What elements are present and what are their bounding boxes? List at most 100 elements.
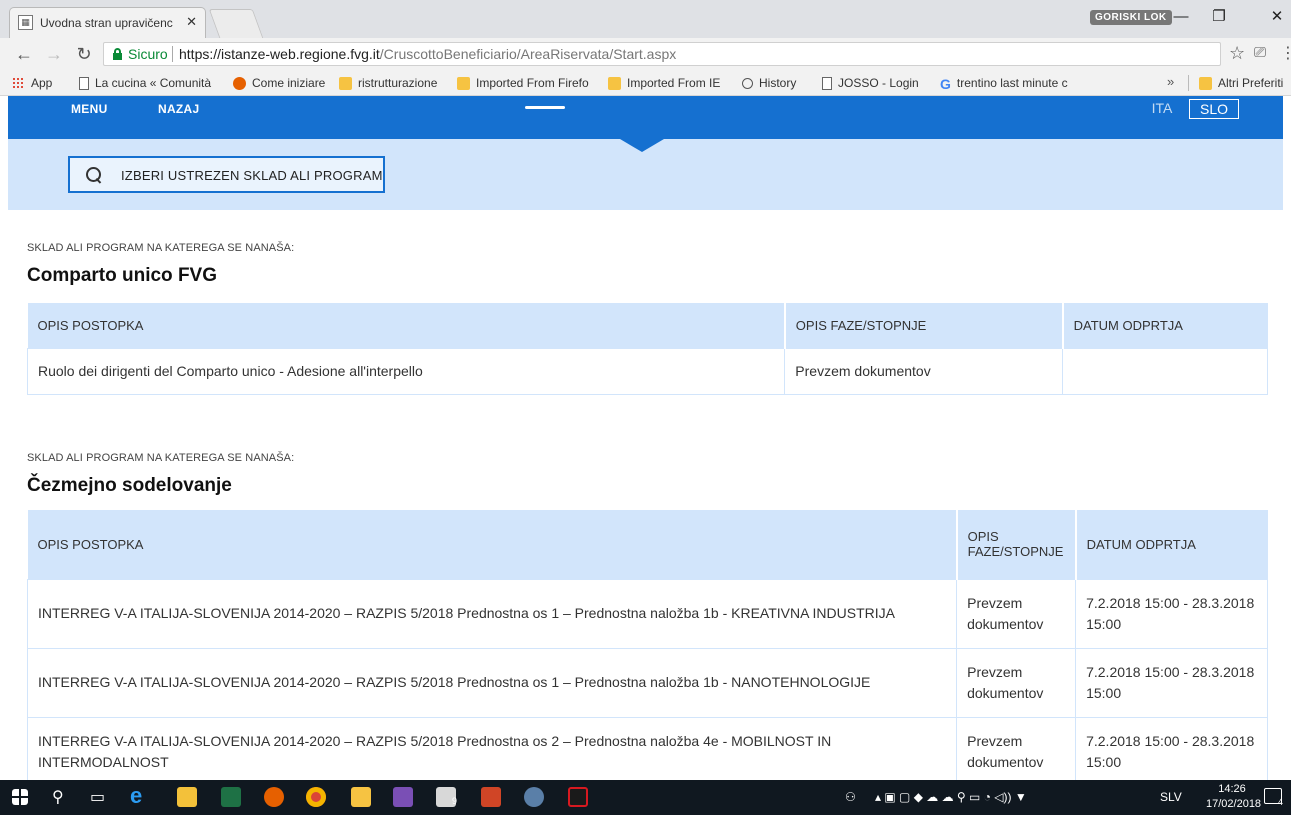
procedures-table: OPIS POSTOPKA OPIS FAZE/STOPNJE DATUM OD…: [26, 510, 1268, 780]
forward-arrow-icon[interactable]: →: [44, 44, 64, 64]
chrome-icon[interactable]: [306, 787, 326, 807]
input-language[interactable]: SLV: [1160, 790, 1182, 804]
cast-icon[interactable]: ⎚: [1254, 44, 1266, 61]
select-fund-button[interactable]: IZBERI USTREZEN SKLAD ALI PROGRAM: [68, 156, 385, 193]
browser-tab[interactable]: ▦ Uvodna stran upravičenc ✕: [9, 7, 206, 38]
procedure-description[interactable]: INTERREG V-A ITALIJA-SLOVENIJA 2014-2020…: [26, 578, 958, 649]
column-header: OPIS FAZE/STOPNJE: [784, 303, 1064, 348]
firefox-icon[interactable]: [264, 787, 284, 807]
system-clock[interactable]: 14:26 17/02/2018: [1206, 782, 1262, 812]
page-content: MENU NAZAJ ITA SLO IZBERI USTREZEN SKLAD…: [0, 96, 1291, 780]
bookmark-label: Altri Preferiti: [1218, 76, 1284, 90]
minimize-icon[interactable]: —: [1166, 7, 1196, 27]
bookmark-label: La cucina « Comunità: [95, 76, 212, 90]
clock-date: 17/02/2018: [1206, 798, 1262, 810]
new-tab-button[interactable]: [208, 9, 264, 38]
bookmark-item[interactable]: JOSSO - Login: [822, 75, 919, 91]
select-fund-label: IZBERI USTREZEN SKLAD ALI PROGRAM: [121, 168, 383, 183]
opening-date: [1062, 347, 1268, 395]
profile-badge[interactable]: GORISKI LOK: [1090, 10, 1172, 25]
notification-count: 4: [1278, 797, 1284, 807]
column-header: OPIS POSTOPKA: [27, 510, 958, 579]
page-favicon-icon: ▦: [18, 15, 33, 30]
file-explorer-icon[interactable]: [177, 787, 197, 807]
table-row[interactable]: Ruolo dei dirigenti del Comparto unico -…: [26, 347, 1268, 395]
powerpoint-icon[interactable]: [481, 787, 501, 807]
procedure-description[interactable]: INTERREG V-A ITALIJA-SLOVENIJA 2014-2020…: [26, 716, 958, 780]
bookmark-label: ristrutturazione: [358, 76, 438, 90]
bookmark-label: JOSSO - Login: [838, 76, 919, 90]
restore-icon[interactable]: ❐: [1204, 7, 1234, 27]
search-icon: [86, 167, 102, 183]
procedure-description[interactable]: INTERREG V-A ITALIJA-SLOVENIJA 2014-2020…: [26, 647, 958, 718]
bookmark-apps[interactable]: App: [12, 75, 52, 91]
bookmark-item[interactable]: Imported From Firefo: [457, 75, 589, 91]
task-view-icon[interactable]: ▭: [90, 787, 105, 807]
browser-tab-strip: ▦ Uvodna stran upravičenc ✕ GORISKI LOK …: [0, 0, 1291, 38]
browser-toolbar: ← → ↻ Sicuro https://istanze-web.regione…: [0, 38, 1291, 70]
mail-badge: 9: [452, 796, 458, 806]
shield-folder-icon[interactable]: [351, 787, 371, 807]
tab-title: Uvodna stran upravičenc: [40, 16, 173, 30]
people-icon[interactable]: ⚇: [845, 790, 856, 804]
column-header: DATUM ODPRTJA: [1062, 303, 1268, 348]
procedure-description[interactable]: Ruolo dei dirigenti del Comparto unico -…: [26, 347, 786, 395]
section-kicker: SKLAD ALI PROGRAM NA KATEREGA SE NANAŠA:: [27, 242, 295, 254]
phase-description: Prevzem dokumentov: [956, 578, 1077, 649]
site-header: MENU NAZAJ ITA SLO: [8, 96, 1283, 139]
folder-icon: [1199, 77, 1212, 91]
url-path: /CruscottoBeneficiario/AreaRiservata/Sta…: [379, 46, 677, 62]
column-header: OPIS POSTOPKA: [27, 303, 786, 348]
table-header-row: OPIS POSTOPKA OPIS FAZE/STOPNJE DATUM OD…: [27, 510, 1268, 579]
bookmark-item[interactable]: History: [742, 75, 796, 91]
opening-date: 7.2.2018 15:00 - 28.3.2018 15:00: [1075, 647, 1268, 718]
url-text: https://istanze-web.regione.fvg.it/Crusc…: [179, 43, 676, 65]
menu-link[interactable]: MENU: [71, 102, 108, 116]
paint-icon[interactable]: [524, 787, 544, 807]
site-logo: [525, 106, 565, 109]
language-slo-button[interactable]: SLO: [1189, 99, 1239, 119]
section-title: Comparto unico FVG: [27, 265, 217, 286]
menu-dots-icon[interactable]: ⋮: [1280, 43, 1291, 63]
column-header: OPIS FAZE/STOPNJE: [956, 510, 1077, 579]
reload-icon[interactable]: ↻: [74, 44, 94, 64]
page-icon: [822, 77, 832, 91]
opening-date: 7.2.2018 15:00 - 28.3.2018 15:00: [1075, 578, 1268, 649]
excel-icon[interactable]: [221, 787, 241, 807]
bookmark-label: App: [31, 76, 53, 90]
procedures-table: OPIS POSTOPKA OPIS FAZE/STOPNJE DATUM OD…: [26, 303, 1268, 395]
phase-description: Prevzem dokumentov: [784, 347, 1064, 395]
bookmarks-separator: [1188, 75, 1189, 91]
bookmark-item[interactable]: Come iniziare: [233, 75, 325, 91]
tray-apps-icon[interactable]: ▴ ▣ ▢ ◆ ☁ ☁ ⚲ ▭ ◔ ◁)) ▼: [875, 790, 1027, 804]
archive-icon[interactable]: [393, 787, 413, 807]
other-bookmarks[interactable]: Altri Preferiti: [1199, 75, 1283, 91]
back-link[interactable]: NAZAJ: [158, 102, 200, 116]
table-row[interactable]: INTERREG V-A ITALIJA-SLOVENIJA 2014-2020…: [26, 647, 1268, 718]
history-icon: [742, 78, 753, 90]
tab-close-icon[interactable]: ✕: [186, 14, 197, 30]
bookmark-star-icon[interactable]: ☆: [1229, 43, 1245, 64]
table-header-row: OPIS POSTOPKA OPIS FAZE/STOPNJE DATUM OD…: [27, 303, 1268, 348]
close-window-icon[interactable]: ✕: [1262, 7, 1291, 27]
address-bar[interactable]: Sicuro https://istanze-web.regione.fvg.i…: [103, 42, 1221, 66]
table-row[interactable]: INTERREG V-A ITALIJA-SLOVENIJA 2014-2020…: [26, 716, 1268, 780]
table-row[interactable]: INTERREG V-A ITALIJA-SLOVENIJA 2014-2020…: [26, 578, 1268, 649]
secure-label: Sicuro: [128, 46, 168, 62]
edge-icon[interactable]: e: [130, 783, 142, 809]
windows-start-icon[interactable]: [12, 789, 28, 805]
phase-description: Prevzem dokumentov: [956, 716, 1077, 780]
bookmark-label: Imported From IE: [627, 76, 721, 90]
acrobat-icon[interactable]: [568, 787, 588, 807]
url-host: https://istanze-web.regione.fvg.it: [179, 46, 380, 62]
header-pointer: [620, 139, 664, 152]
bookmark-item[interactable]: La cucina « Comunità: [79, 75, 211, 91]
back-arrow-icon[interactable]: ←: [14, 44, 34, 64]
bookmark-item[interactable]: Gtrentino last minute c: [940, 75, 1068, 92]
bookmark-label: trentino last minute c: [956, 76, 1068, 90]
bookmarks-overflow-icon[interactable]: »: [1167, 74, 1174, 89]
bookmark-item[interactable]: ristrutturazione: [339, 75, 437, 91]
bookmark-item[interactable]: Imported From IE: [608, 75, 720, 91]
language-ita-button[interactable]: ITA: [1143, 99, 1181, 119]
search-icon[interactable]: ⚲: [52, 787, 64, 807]
